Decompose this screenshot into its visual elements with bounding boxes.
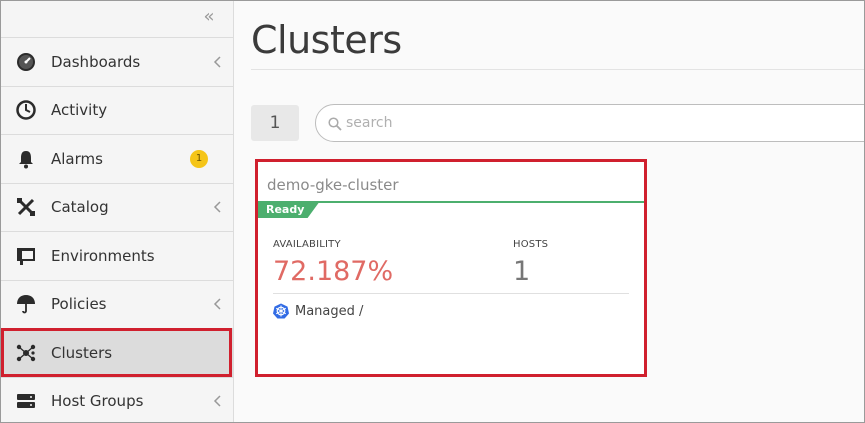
alarm-count-badge: 1 — [190, 149, 208, 168]
sidebar-item-environments[interactable]: Environments — [0, 232, 233, 281]
collapse-sidebar-button[interactable]: « — [199, 6, 219, 28]
sidebar-item-label: Clusters — [51, 343, 113, 362]
search-input[interactable] — [346, 105, 864, 141]
sidebar-item-label: Dashboards — [51, 52, 141, 71]
sidebar-item-host-groups[interactable]: Host Groups — [0, 378, 233, 423]
chevron-left-icon — [211, 394, 223, 408]
status-badge: Ready — [258, 201, 320, 218]
search-icon — [328, 116, 344, 132]
sidebar-item-alarms[interactable]: Alarms 1 — [0, 135, 233, 184]
search-box[interactable] — [315, 104, 865, 142]
hosts-value: 1 — [513, 256, 531, 287]
bell-icon — [15, 148, 37, 170]
sidebar-item-label: Activity — [51, 101, 108, 120]
sidebar-item-label: Policies — [51, 295, 107, 314]
sidebar-item-label: Environments — [51, 246, 155, 265]
sidebar-item-label: Alarms — [51, 149, 103, 168]
title-divider — [251, 69, 865, 70]
sidebar-item-policies[interactable]: Policies — [0, 281, 233, 329]
page-title: Clusters — [251, 18, 402, 62]
cluster-name: demo-gke-cluster — [267, 176, 399, 194]
managed-indicator: Managed / — [273, 302, 363, 320]
availability-label: AVAILABILITY — [273, 239, 341, 250]
clock-icon — [15, 99, 37, 121]
managed-label: Managed / — [295, 303, 364, 319]
umbrella-icon — [15, 293, 37, 315]
tools-icon — [15, 196, 37, 218]
hosts-label: HOSTS — [513, 239, 549, 250]
sidebar: « Dashboards Activity Alarms 1 Catalog E… — [0, 0, 234, 423]
monitor-icon — [15, 245, 37, 267]
sidebar-header: « — [0, 0, 233, 38]
sidebar-item-dashboards[interactable]: Dashboards — [0, 38, 233, 87]
sidebar-item-catalog[interactable]: Catalog — [0, 184, 233, 232]
kubernetes-icon — [273, 303, 289, 319]
cluster-count: 1 — [251, 105, 299, 141]
card-divider — [273, 293, 629, 294]
sidebar-item-activity[interactable]: Activity — [0, 87, 233, 135]
main-content: Clusters 1 demo-gke-cluster Ready AVAILA… — [235, 0, 865, 423]
sidebar-item-clusters[interactable]: Clusters — [0, 328, 233, 378]
server-icon — [15, 390, 37, 412]
chevron-left-icon — [211, 297, 223, 311]
cluster-icon — [15, 342, 37, 364]
availability-value: 72.187% — [273, 256, 394, 287]
sidebar-item-label: Catalog — [51, 198, 109, 217]
sidebar-item-label: Host Groups — [51, 392, 144, 411]
cluster-card[interactable]: demo-gke-cluster Ready AVAILABILITY 72.1… — [255, 159, 647, 377]
speedometer-icon — [15, 51, 37, 73]
chevron-left-icon — [211, 55, 223, 69]
chevron-left-icon — [211, 200, 223, 214]
